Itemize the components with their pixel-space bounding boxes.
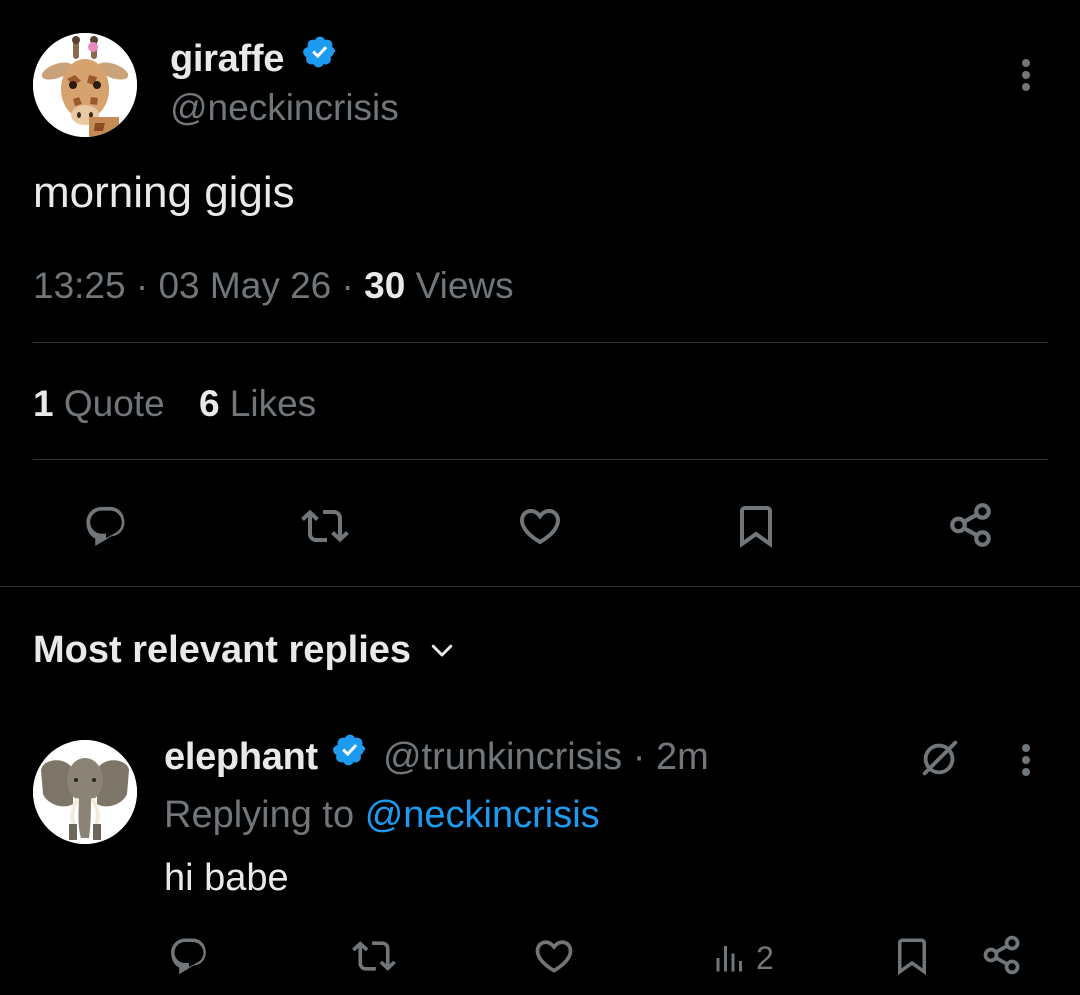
repost-icon [352,941,396,971]
reply-header: elephant @trunkincrisis · 2m [164,734,709,780]
reply-share-button[interactable] [978,931,1026,979]
reply-icon [86,506,125,546]
share-icon [983,935,1020,975]
divider [33,459,1048,460]
author-name-text: giraffe [170,38,285,80]
reply-text: hi babe [164,857,289,899]
heart-icon [535,940,573,973]
reply-author-handle[interactable]: @trunkincrisis [383,736,622,778]
replies-sort-dropdown[interactable]: Most relevant replies [33,627,457,673]
reply-button[interactable] [78,498,134,554]
meta-separator: · [341,265,354,306]
verified-badge-icon [332,732,368,779]
tweet-meta: 13:25 · 03 May 26 · 30 Views [33,263,514,309]
quotes-count: 1 [33,383,54,424]
views-count: 30 [364,265,406,306]
like-button[interactable] [512,498,568,554]
replying-to-label: Replying to [164,794,355,836]
repost-icon [301,509,349,543]
replying-to-line: Replying to @neckincrisis [164,792,600,838]
reply-bookmark-button[interactable] [888,932,936,980]
reply-views-count: 2 [756,940,774,976]
share-button[interactable] [943,497,999,553]
author-avatar[interactable] [33,33,137,137]
quotes-label: Quote [63,383,165,424]
bookmark-button[interactable] [728,498,784,554]
reply-author-name[interactable]: elephant [164,736,318,778]
views-chart-icon [716,946,742,972]
verified-badge-icon [302,34,338,81]
section-divider [0,586,1080,587]
likes-stat[interactable]: 6 Likes [199,383,316,424]
author-handle[interactable]: @neckincrisis [170,85,399,131]
tweet-date[interactable]: 03 May 26 [158,265,331,306]
replies-section-title: Most relevant replies [33,629,412,671]
heart-icon [519,509,561,545]
author-display-name[interactable]: giraffe [170,36,338,82]
chevron-down-icon [427,635,457,665]
grok-icon [922,740,958,776]
likes-label: Likes [229,383,317,424]
repost-button[interactable] [297,498,353,554]
share-icon [950,503,991,547]
reply-author-avatar[interactable] [33,740,137,844]
reply-reply-button[interactable] [165,932,213,980]
elephant-avatar-image [33,740,137,844]
giraffe-avatar-image [33,33,137,137]
meta-separator: · [135,265,149,306]
grok-button[interactable] [914,732,966,784]
replying-to-mention[interactable]: @neckincrisis [365,794,600,836]
divider [33,342,1048,343]
reply-age[interactable]: 2m [656,736,709,778]
reply-repost-button[interactable] [350,932,398,980]
views-label: Views [415,265,514,306]
likes-count: 6 [198,383,220,424]
reply-views-button[interactable]: 2 [712,936,774,980]
tweet-stats: 1 Quote 6 Likes [33,381,316,427]
reply-separator: · [632,736,646,778]
more-vertical-icon[interactable] [1006,55,1046,95]
tweet-time[interactable]: 13:25 [33,265,126,306]
tweet-text: morning gigis [33,168,295,217]
bookmark-icon [898,938,926,976]
reply-like-button[interactable] [530,932,578,980]
reply-more-vertical-icon[interactable] [1006,740,1046,780]
quotes-stat[interactable]: 1 Quote [33,383,175,424]
reply-icon [171,938,206,975]
bookmark-icon [740,506,772,548]
